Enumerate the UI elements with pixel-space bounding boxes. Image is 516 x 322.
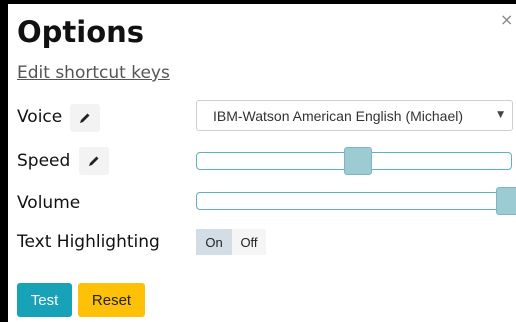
- speed-edit-button[interactable]: [79, 147, 109, 175]
- window-frame-top: [0, 0, 516, 4]
- pencil-icon: [89, 156, 99, 166]
- speed-label: Speed: [17, 151, 71, 171]
- highlighting-off-button[interactable]: Off: [232, 229, 266, 255]
- window-frame-left: [0, 0, 8, 322]
- pencil-icon: [80, 113, 90, 123]
- volume-slider-thumb[interactable]: [496, 187, 516, 215]
- speed-slider[interactable]: [196, 147, 512, 175]
- close-icon[interactable]: ×: [500, 12, 513, 28]
- voice-select[interactable]: IBM-Watson American English (Michael) ▼: [196, 100, 513, 131]
- speed-slider-thumb[interactable]: [344, 147, 372, 175]
- chevron-down-icon: ▼: [497, 110, 504, 120]
- voice-label: Voice: [17, 107, 63, 127]
- test-button[interactable]: Test: [17, 283, 72, 317]
- voice-edit-button[interactable]: [70, 104, 100, 132]
- reset-button[interactable]: Reset: [78, 283, 145, 317]
- dialog-title: Options: [17, 15, 145, 49]
- volume-label: Volume: [17, 193, 81, 213]
- highlighting-on-button[interactable]: On: [196, 229, 232, 255]
- voice-select-value: IBM-Watson American English (Michael): [213, 108, 464, 124]
- edit-shortcut-keys-link[interactable]: Edit shortcut keys: [17, 62, 170, 84]
- text-highlighting-label: Text Highlighting: [17, 232, 160, 252]
- volume-slider[interactable]: [196, 187, 516, 215]
